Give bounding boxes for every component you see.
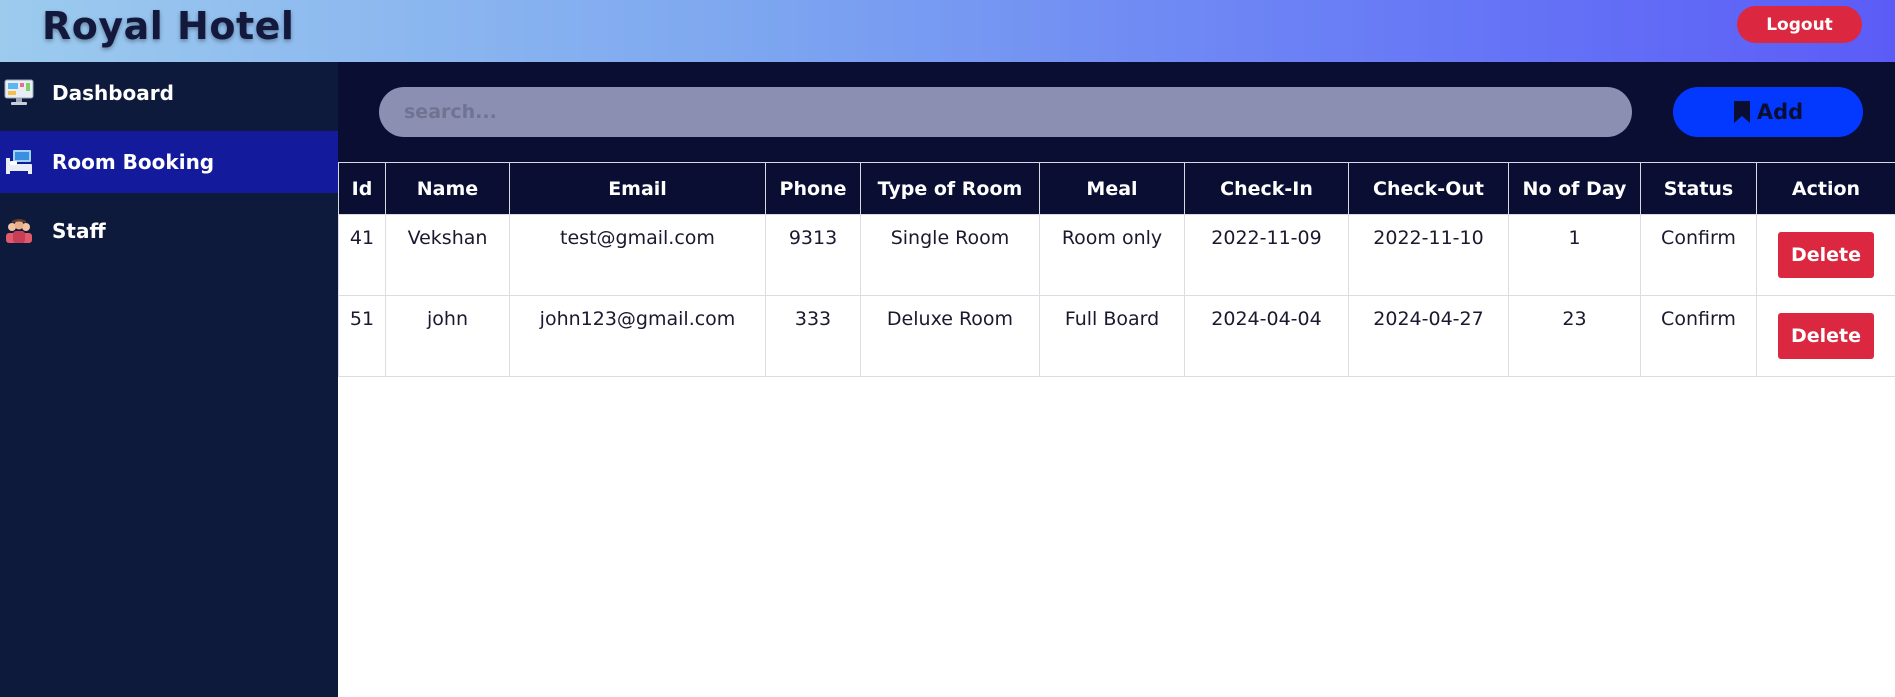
table-header-row: Id Name Email Phone Type of Room Meal Ch… — [338, 162, 1895, 215]
monitor-icon — [4, 79, 34, 105]
cell-days: 1 — [1508, 214, 1641, 296]
bed-icon — [6, 150, 32, 174]
cell-check-in: 2024-04-04 — [1184, 295, 1349, 377]
cell-action: Delete — [1756, 295, 1895, 377]
cell-action: Delete — [1756, 214, 1895, 296]
cell-phone: 9313 — [765, 214, 861, 296]
column-header-meal[interactable]: Meal — [1039, 162, 1185, 215]
cell-email: test@gmail.com — [509, 214, 766, 296]
bookings-table: Id Name Email Phone Type of Room Meal Ch… — [338, 162, 1895, 377]
cell-name: john — [385, 295, 510, 377]
column-header-name[interactable]: Name — [385, 162, 510, 215]
cell-status: Confirm — [1640, 295, 1757, 377]
sidebar: Dashboard Room Booking Staff — [0, 62, 338, 697]
cell-email: john123@gmail.com — [509, 295, 766, 377]
column-header-check-out[interactable]: Check-Out — [1348, 162, 1509, 215]
cell-days: 23 — [1508, 295, 1641, 377]
column-header-phone[interactable]: Phone — [765, 162, 861, 215]
top-header: Royal Hotel Logout — [0, 0, 1895, 62]
cell-check-out: 2022-11-10 — [1348, 214, 1509, 296]
logout-button[interactable]: Logout — [1737, 6, 1862, 43]
column-header-check-in[interactable]: Check-In — [1184, 162, 1349, 215]
add-button[interactable]: Add — [1673, 87, 1863, 137]
sidebar-item-room-booking[interactable]: Room Booking — [0, 131, 338, 193]
bookmark-icon — [1733, 101, 1750, 123]
cell-room-type: Single Room — [860, 214, 1040, 296]
cell-room-type: Deluxe Room — [860, 295, 1040, 377]
delete-button[interactable]: Delete — [1778, 232, 1874, 278]
cell-check-in: 2022-11-09 — [1184, 214, 1349, 296]
cell-check-out: 2024-04-27 — [1348, 295, 1509, 377]
cell-phone: 333 — [765, 295, 861, 377]
sidebar-item-label: Dashboard — [52, 81, 174, 105]
app-title: Royal Hotel — [42, 4, 295, 48]
table-row: 51 john john123@gmail.com 333 Deluxe Roo… — [338, 295, 1895, 377]
sidebar-item-staff[interactable]: Staff — [0, 200, 338, 262]
cell-name: Vekshan — [385, 214, 510, 296]
sidebar-item-label: Room Booking — [52, 150, 215, 174]
delete-button[interactable]: Delete — [1778, 313, 1874, 359]
column-header-action: Action — [1756, 162, 1895, 215]
column-header-room-type[interactable]: Type of Room — [860, 162, 1040, 215]
cell-meal: Room only — [1039, 214, 1185, 296]
cell-meal: Full Board — [1039, 295, 1185, 377]
search-input[interactable] — [379, 87, 1632, 137]
sidebar-item-dashboard[interactable]: Dashboard — [0, 62, 338, 124]
staff-icon — [6, 219, 32, 243]
column-header-email[interactable]: Email — [509, 162, 766, 215]
cell-id: 51 — [338, 295, 386, 377]
cell-id: 41 — [338, 214, 386, 296]
cell-status: Confirm — [1640, 214, 1757, 296]
sidebar-item-label: Staff — [52, 219, 106, 243]
table-row: 41 Vekshan test@gmail.com 9313 Single Ro… — [338, 214, 1895, 296]
column-header-status[interactable]: Status — [1640, 162, 1757, 215]
add-button-label: Add — [1756, 100, 1804, 124]
column-header-days[interactable]: No of Day — [1508, 162, 1641, 215]
column-header-id[interactable]: Id — [338, 162, 386, 215]
